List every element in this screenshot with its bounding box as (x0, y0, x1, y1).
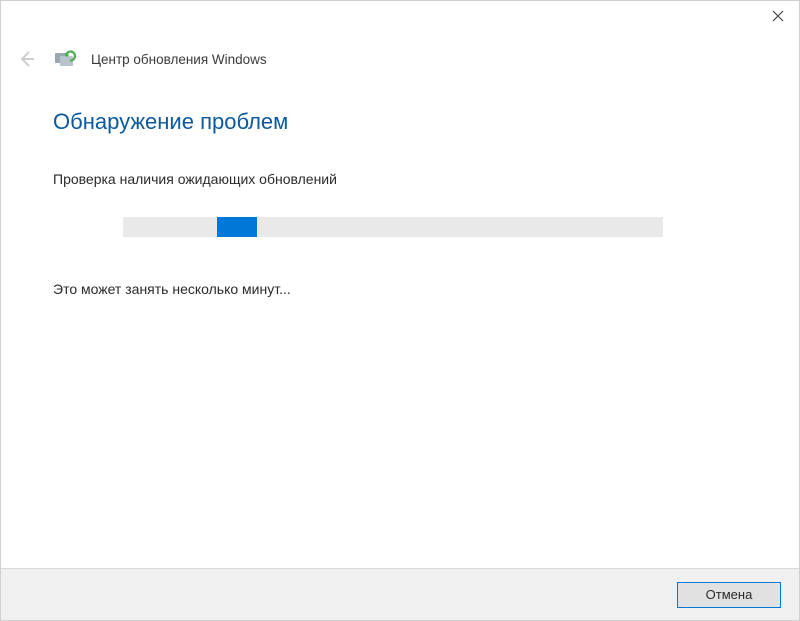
titlebar (1, 1, 799, 37)
windows-update-icon (55, 50, 77, 68)
close-icon[interactable] (771, 9, 785, 23)
back-arrow-icon (15, 47, 39, 71)
hint-text: Это может занять несколько минут... (53, 281, 747, 297)
content-area: Обнаружение проблем Проверка наличия ожи… (1, 71, 799, 297)
progress-chunk (217, 217, 257, 237)
app-title: Центр обновления Windows (91, 52, 267, 67)
footer: Отмена (1, 568, 799, 620)
progress-bar (123, 217, 663, 237)
header-row: Центр обновления Windows (1, 37, 799, 71)
cancel-button[interactable]: Отмена (677, 582, 781, 608)
status-text: Проверка наличия ожидающих обновлений (53, 171, 747, 187)
page-heading: Обнаружение проблем (53, 109, 747, 135)
